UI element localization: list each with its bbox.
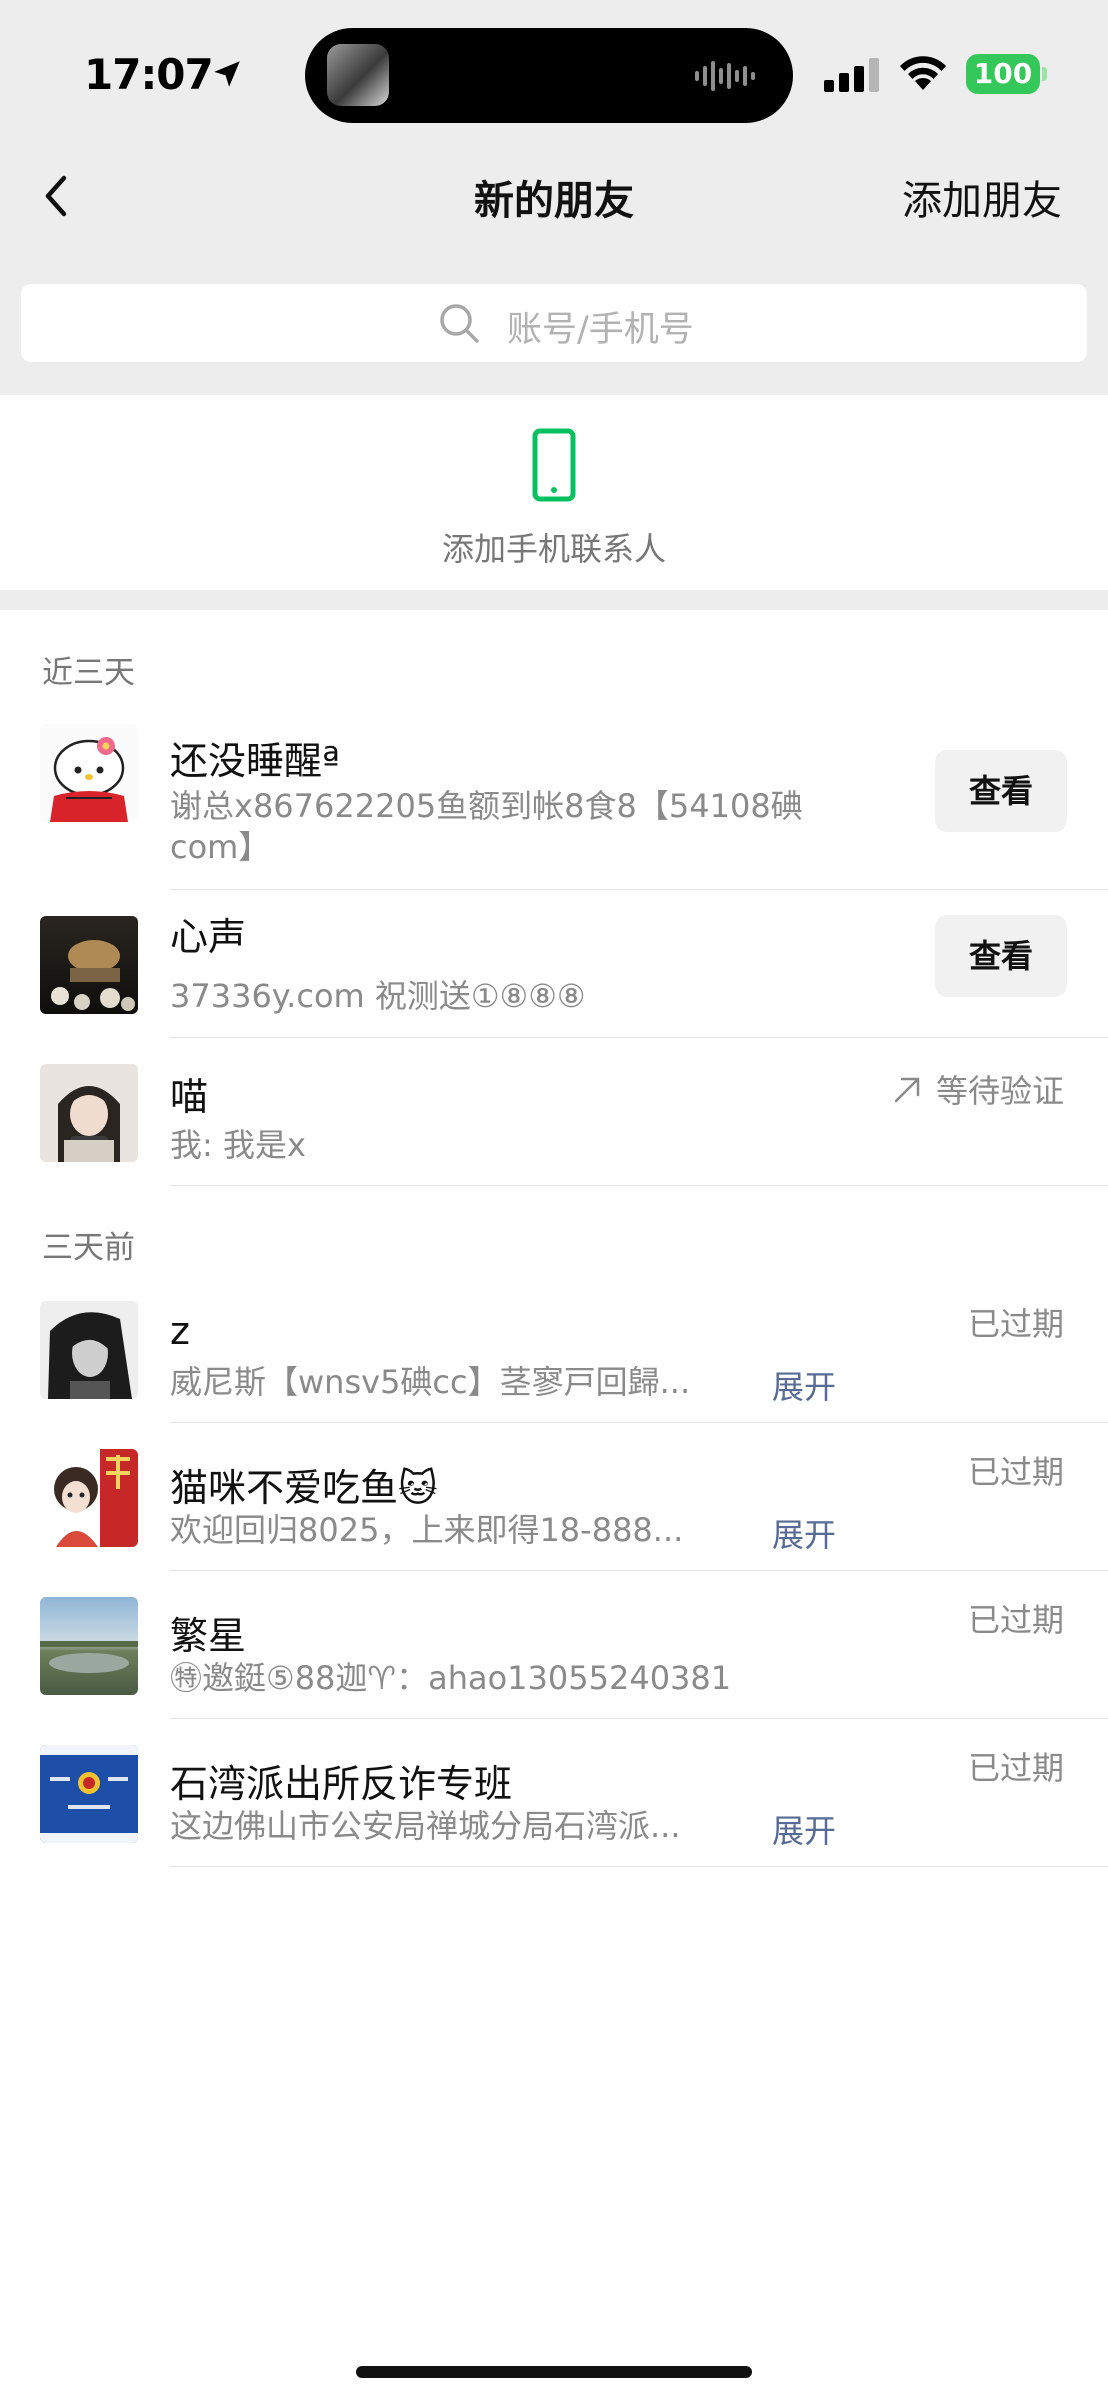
search-input[interactable]: 账号/手机号 (21, 284, 1087, 362)
search-icon (440, 304, 479, 343)
signal-icon (824, 58, 879, 92)
battery-icon: 100 (966, 54, 1047, 94)
expand-link[interactable]: 展开 (772, 1362, 836, 1408)
audio-wave-icon (695, 61, 755, 91)
friend-request-row[interactable]: 石湾派出所反诈专班 这边佛山市公安局禅城分局石湾派... 已过期 展开 (0, 1719, 1108, 1867)
friend-request-row[interactable]: 喵 我: 我是x 等待验证 (0, 1038, 1108, 1186)
view-button[interactable]: 查看 (935, 915, 1067, 997)
expired-status: 已过期 (967, 1749, 1064, 1787)
friend-message: 欢迎回归8025，上来即得18-888... (170, 1511, 684, 1549)
section-header-older: 三天前 (42, 1230, 135, 1266)
expired-status: 已过期 (967, 1453, 1064, 1491)
friend-message: 谢总x867622205鱼额到帐8食8【54108碘com】 (170, 787, 803, 866)
friend-request-row[interactable]: 猫咪不爱吃鱼🐱 欢迎回归8025，上来即得18-888... 已过期 展开 (0, 1423, 1108, 1571)
friend-name: 猫咪不爱吃鱼🐱 (170, 1466, 438, 1510)
friend-message: 37336y.com 祝测送①⑧⑧⑧ (170, 977, 586, 1015)
expired-status: 已过期 (967, 1601, 1064, 1639)
friend-request-row[interactable]: 繁星 ㊕邀鋌⑤88迦♈：ahao13055240381 已过期 (0, 1571, 1108, 1719)
friend-name: 石湾派出所反诈专班 (170, 1762, 513, 1806)
view-button[interactable]: 查看 (935, 750, 1067, 832)
avatar (40, 1597, 138, 1695)
friend-name: 繁星 (170, 1614, 247, 1658)
friend-name: z (170, 1309, 190, 1353)
album-art-thumbnail (327, 44, 389, 106)
home-indicator[interactable] (356, 2366, 752, 2378)
friend-message: 威尼斯【wnsv5碘cc】茎寥戸回歸... (170, 1363, 691, 1401)
avatar (40, 1449, 138, 1547)
avatar (40, 1301, 138, 1399)
friend-request-row[interactable]: z 威尼斯【wnsv5碘cc】茎寥戸回歸... 已过期 展开 (0, 1275, 1108, 1423)
friend-name: 喵 (170, 1075, 209, 1119)
avatar (40, 724, 138, 822)
battery-level: 100 (966, 54, 1040, 94)
expired-status: 已过期 (967, 1305, 1064, 1343)
friend-message: 我: 我是x (170, 1126, 306, 1164)
friend-name: 心声 (170, 915, 247, 959)
friend-message: ㊕邀鋌⑤88迦♈：ahao13055240381 (170, 1659, 732, 1697)
location-arrow-icon (214, 61, 240, 87)
dynamic-island[interactable] (305, 28, 793, 123)
search-placeholder: 账号/手机号 (507, 310, 694, 350)
section-divider (0, 590, 1108, 610)
friend-request-row[interactable]: 还没睡醒ª 谢总x867622205鱼额到帐8食8【54108碘com】 查看 (0, 700, 1108, 890)
avatar (40, 1745, 138, 1843)
status-time: 17:07 (84, 50, 214, 99)
expand-link[interactable]: 展开 (772, 1806, 836, 1852)
add-phone-contacts-label: 添加手机联系人 (441, 530, 666, 568)
friend-message: 这边佛山市公安局禅城分局石湾派... (170, 1807, 681, 1845)
mobile-phone-icon (532, 428, 576, 502)
add-friend-button[interactable]: 添加朋友 (902, 168, 1062, 226)
outgoing-arrow-icon (894, 1077, 920, 1103)
pending-status-label: 等待验证 (935, 1072, 1064, 1110)
wifi-icon (900, 56, 946, 90)
friend-name: 还没睡醒ª (170, 739, 340, 783)
add-phone-contacts[interactable]: 添加手机联系人 (0, 396, 1108, 590)
pending-status: 等待验证 (892, 1066, 1064, 1112)
section-header-recent: 近三天 (42, 655, 135, 691)
expand-link[interactable]: 展开 (772, 1510, 836, 1556)
friend-request-row[interactable]: 心声 37336y.com 祝测送①⑧⑧⑧ 查看 (0, 890, 1108, 1038)
avatar (40, 1064, 138, 1162)
avatar (40, 916, 138, 1014)
